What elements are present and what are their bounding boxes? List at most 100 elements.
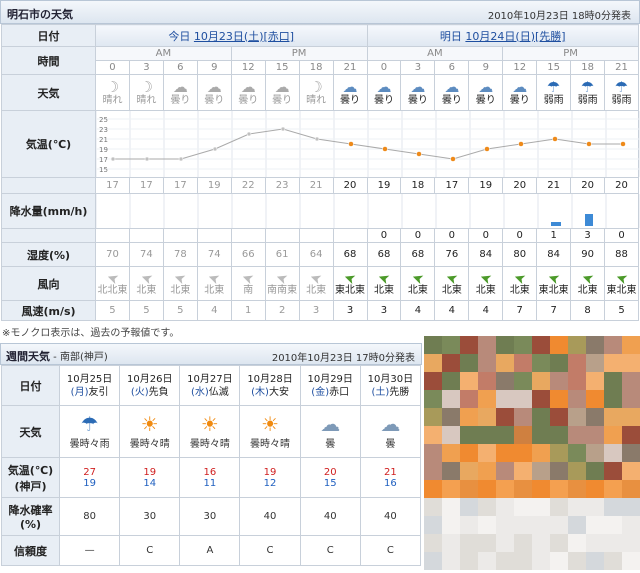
hourly-title: 明石市の天気 (7, 8, 73, 21)
mosaic-tile (460, 480, 478, 498)
mosaic-tile (550, 480, 568, 498)
mosaic-tile (550, 462, 568, 480)
weekly-reliability: C (239, 535, 301, 566)
mosaic-tile (550, 516, 568, 534)
mosaic-tile (604, 372, 622, 390)
mosaic-tile (532, 552, 550, 570)
mosaic-tile (550, 372, 568, 390)
mosaic-tile (424, 462, 442, 480)
mosaic-tile (532, 444, 550, 462)
mosaic-tile (514, 462, 532, 480)
mosaic-tile (442, 426, 460, 444)
mosaic-tile (496, 534, 514, 552)
humidity-value: 78 (162, 242, 198, 267)
weekly-row-label-date: 日付 (1, 365, 60, 406)
today-rokuyo-link[interactable]: [赤口] (263, 30, 294, 43)
weather-cell: ☁ 曇り (434, 74, 470, 111)
mosaic-tile (442, 552, 460, 570)
mosaic-tile (604, 390, 622, 408)
mosaic-tile (478, 336, 496, 354)
temp-value: 20 (570, 177, 606, 194)
wind-direction-cell: ➤ 北東 (196, 266, 232, 301)
mosaic-tile (586, 480, 604, 498)
mosaic-tile (604, 516, 622, 534)
cloud-icon: ☁ (240, 77, 256, 96)
mosaic-tile (496, 354, 514, 372)
mosaic-tile (478, 552, 496, 570)
hourly-forecast-table: 日付 今日 10月23日(土)[赤口] 明日 10月24日(日)[先勝] 時間 … (1, 24, 640, 321)
weekly-title: 週間天気 - 南部(神戸) (6, 350, 108, 363)
mosaic-tile (460, 444, 478, 462)
mosaic-tile (604, 408, 622, 426)
mosaic-tile (514, 426, 532, 444)
wind-speed-value: 3 (366, 300, 402, 321)
humidity-value: 90 (570, 242, 606, 267)
humidity-value: 64 (298, 242, 334, 267)
weekly-date-cell: 10月27日 (水)仏滅 (179, 365, 241, 406)
hourly-issued-time: 2010年10月23日 18時0分発表 (487, 11, 631, 22)
mosaic-tile (514, 336, 532, 354)
weekly-low-temp: 15 (323, 477, 337, 489)
weather-label: 曇り (441, 94, 462, 106)
mosaic-tile (460, 408, 478, 426)
temperature-point (110, 156, 116, 162)
umbrella-icon: ☂ (580, 77, 595, 96)
mosaic-tile (496, 426, 514, 444)
y-tick-label: 21 (99, 136, 108, 144)
mosaic-tile (568, 408, 586, 426)
rain-value (332, 228, 368, 243)
mosaic-tile (622, 390, 640, 408)
cloud-icon: ☁ (512, 77, 528, 96)
temperature-point (382, 146, 388, 152)
mosaic-tile (568, 498, 586, 516)
humidity-value: 76 (434, 242, 470, 267)
rain-value (196, 228, 232, 243)
weather-cell: ☂ 弱雨 (604, 74, 639, 111)
sun-cloud-icon: ☀ (261, 412, 280, 436)
weather-label: 曇り (509, 94, 530, 106)
today-date-link[interactable]: 10月23日(土) (194, 30, 264, 43)
wind-speed-value: 4 (468, 300, 504, 321)
mosaic-tile (604, 498, 622, 516)
mosaic-tile (514, 480, 532, 498)
mosaic-tile (496, 516, 514, 534)
mosaic-tile (424, 480, 442, 498)
weather-label: 曇り (204, 94, 225, 106)
wind-speed-value: 4 (400, 300, 436, 321)
weekly-high-temp: 20 (323, 466, 337, 478)
mosaic-tile (532, 408, 550, 426)
humidity-value: 61 (264, 242, 300, 267)
mosaic-tile (622, 462, 640, 480)
cloud-icon: ☁ (206, 77, 222, 96)
mosaic-tile (478, 426, 496, 444)
tomorrow-rokuyo-link[interactable]: [先勝] (535, 30, 566, 43)
wind-direction-cell: ➤ 北東 (298, 266, 334, 301)
wind-arrow-icon: ➤ (579, 268, 596, 288)
temperature-chart: 25 23 21 19 17 15 (96, 111, 640, 177)
tomorrow-date-link[interactable]: 10月24日(日) (465, 30, 535, 43)
weather-label: 曇り (340, 94, 361, 106)
weekly-row-label-weather: 天気 (1, 405, 60, 458)
wind-arrow-icon: ➤ (409, 268, 427, 288)
advertisement-mosaic[interactable] (424, 336, 640, 573)
hour-cell: 21 (604, 60, 639, 75)
weekly-row-label-rain-prob: 降水確率 (%) (1, 497, 60, 536)
mosaic-tile (496, 390, 514, 408)
mosaic-tile (424, 408, 442, 426)
weather-cell: ☁ 曇り (196, 74, 232, 111)
weekly-row-label-reliability: 信頼度 (1, 535, 60, 566)
mosaic-tile (460, 552, 478, 570)
weather-label: 弱雨 (543, 94, 564, 106)
weekly-date-cell: 10月29日 (金)赤口 (299, 365, 361, 406)
mosaic-tile (622, 552, 640, 570)
cloud-icon: ☁ (444, 77, 460, 96)
mosaic-tile (532, 462, 550, 480)
wind-speed-value: 5 (604, 300, 639, 321)
weekly-weather-label: 曇時々晴 (189, 439, 230, 450)
weekly-reliability: C (359, 535, 422, 566)
mosaic-tile (586, 408, 604, 426)
hour-cell: 6 (434, 60, 470, 75)
weekly-reliability: C (119, 535, 181, 566)
rain-value (264, 228, 300, 243)
humidity-value: 68 (400, 242, 436, 267)
